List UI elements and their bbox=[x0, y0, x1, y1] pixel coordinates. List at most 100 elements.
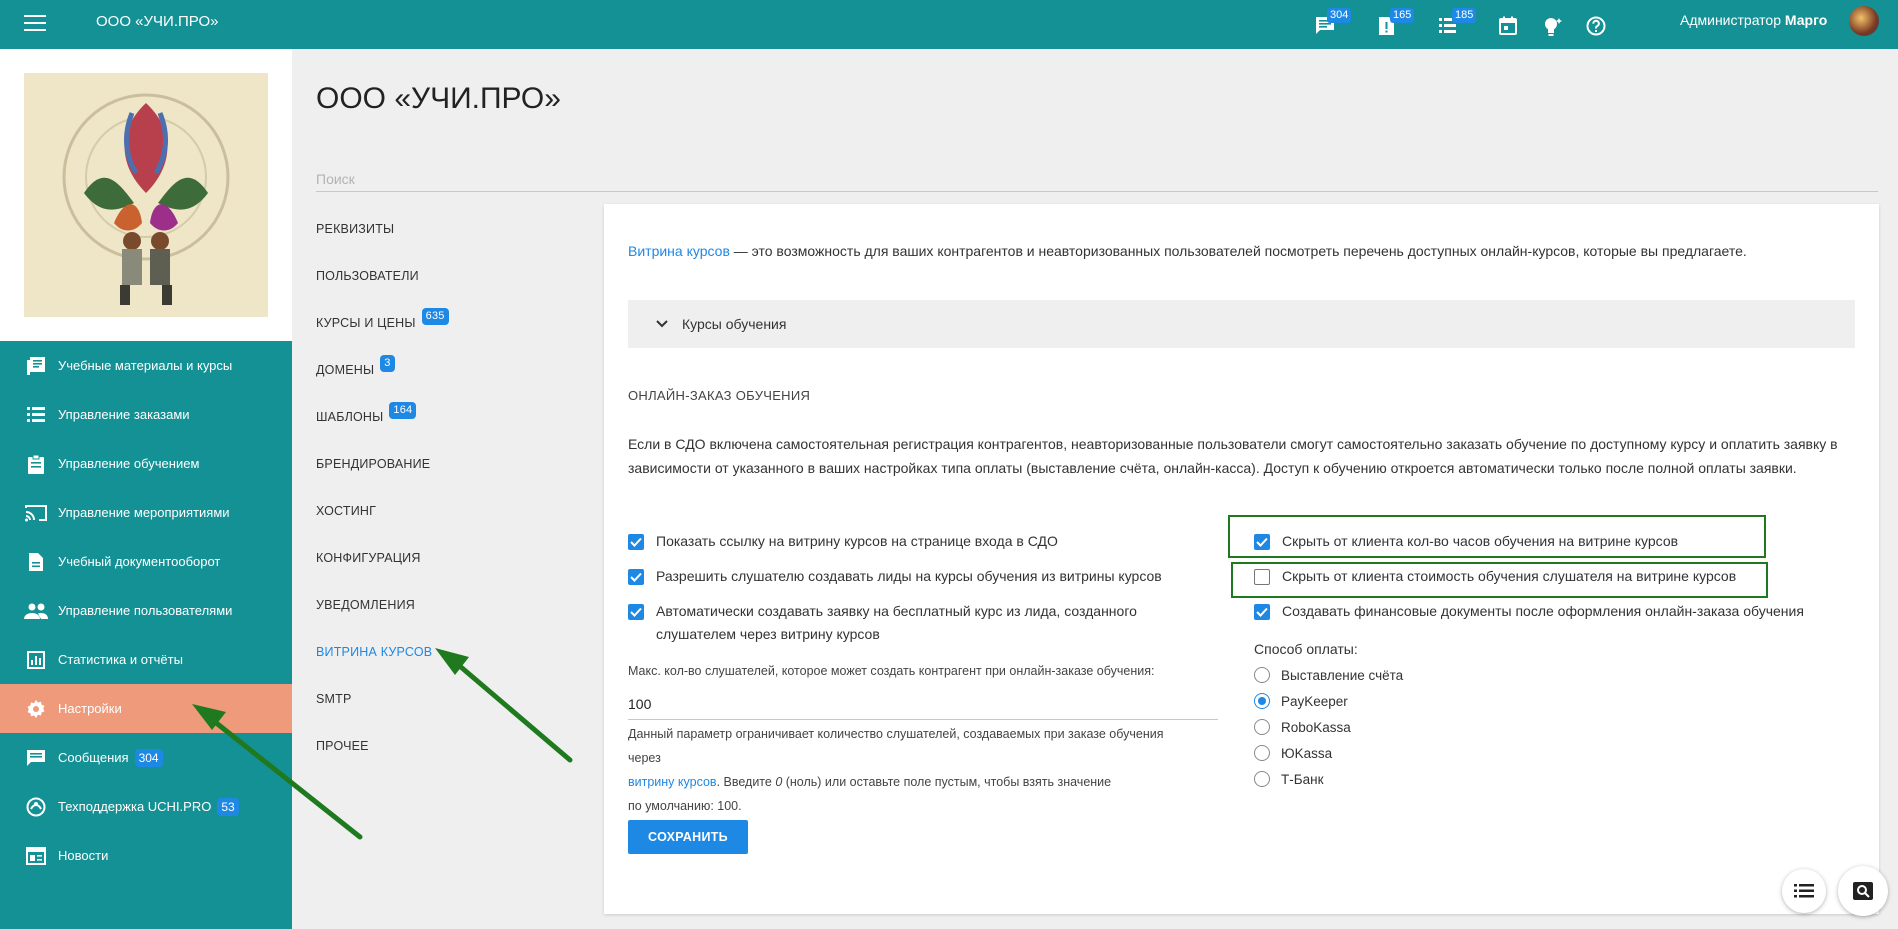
page-title: ООО «УЧИ.ПРО» bbox=[316, 82, 561, 115]
tab-other[interactable]: ПРОЧЕЕ bbox=[316, 722, 576, 769]
cast-icon bbox=[24, 501, 48, 525]
help-button[interactable] bbox=[1582, 8, 1614, 42]
courses-accordion[interactable]: Курсы обучения bbox=[628, 300, 1855, 348]
max-listeners-input[interactable] bbox=[628, 688, 1218, 720]
create-financial-docs-checkbox[interactable]: Создавать финансовые документы после офо… bbox=[1254, 600, 1864, 623]
sidebar-item-orders[interactable]: Управление заказами bbox=[0, 390, 292, 439]
sidebar-item-documents[interactable]: Учебный документооборот bbox=[0, 537, 292, 586]
auto-create-order-checkbox[interactable]: Автоматически создавать заявку на беспла… bbox=[628, 600, 1188, 646]
showcase-hint-link[interactable]: витрину курсов bbox=[628, 775, 717, 789]
sidebar-item-label: Управление мероприятиями bbox=[58, 505, 230, 520]
sidebar-item-learning[interactable]: Управление обучением bbox=[0, 439, 292, 488]
top-bar: ООО «УЧИ.ПРО» 304 165 185 Администратор … bbox=[0, 0, 1898, 49]
allow-leads-checkbox[interactable]: Разрешить слушателю создавать лиды на ку… bbox=[628, 565, 1228, 588]
count-badge: 164 bbox=[389, 402, 417, 419]
showcase-settings-card: Витрина курсов — это возможность для ваш… bbox=[604, 204, 1879, 914]
tab-branding[interactable]: БРЕНДИРОВАНИЕ bbox=[316, 440, 576, 487]
save-button[interactable]: СОХРАНИТЬ bbox=[628, 820, 748, 854]
tab-label: ПРОЧЕЕ bbox=[316, 738, 369, 753]
checkbox-checked-icon bbox=[628, 604, 644, 620]
menu-icon[interactable] bbox=[24, 15, 46, 33]
sidebar-item-courses[interactable]: Учебные материалы и курсы bbox=[0, 341, 292, 390]
user-menu[interactable]: Администратор Марго bbox=[1680, 12, 1827, 28]
max-listeners-label: Макс. кол-во слушателей, которое может с… bbox=[628, 664, 1155, 678]
search-input[interactable] bbox=[316, 166, 1878, 192]
sidebar-item-support[interactable]: Техподдержка UCHI.PRO 53 bbox=[0, 782, 292, 831]
radio-label: Т-Банк bbox=[1281, 771, 1324, 787]
tab-users[interactable]: ПОЛЬЗОВАТЕЛИ bbox=[316, 252, 576, 299]
sidebar-item-label: Управление обучением bbox=[58, 456, 200, 471]
show-showcase-link-checkbox[interactable]: Показать ссылку на витрину курсов на стр… bbox=[628, 530, 1228, 553]
tab-smtp[interactable]: SMTP bbox=[316, 675, 576, 722]
tab-label: РЕКВИЗИТЫ bbox=[316, 221, 395, 236]
highlight-box bbox=[1231, 562, 1768, 598]
tab-label: КОНФИГУРАЦИЯ bbox=[316, 550, 421, 565]
message-icon bbox=[24, 746, 48, 770]
document-icon bbox=[24, 550, 48, 574]
lightbulb-icon bbox=[1545, 18, 1562, 36]
tab-hosting[interactable]: ХОСТИНГ bbox=[316, 487, 576, 534]
tab-templates[interactable]: ШАБЛОНЫ 164 bbox=[316, 393, 576, 440]
radio-icon bbox=[1254, 745, 1270, 761]
payment-option-invoice[interactable]: Выставление счёта bbox=[1254, 667, 1403, 683]
radio-selected-icon bbox=[1254, 693, 1270, 709]
radio-icon bbox=[1254, 667, 1270, 683]
sidebar-item-news[interactable]: Новости bbox=[0, 831, 292, 880]
sidebar-item-events[interactable]: Управление мероприятиями bbox=[0, 488, 292, 537]
radio-icon bbox=[1254, 771, 1270, 787]
tips-button[interactable] bbox=[1538, 8, 1570, 42]
search-fab-button[interactable] bbox=[1838, 866, 1888, 916]
sidebar-item-label: Настройки bbox=[58, 701, 122, 716]
orders-button[interactable]: 185 bbox=[1434, 8, 1477, 42]
chevron-down-icon bbox=[656, 320, 668, 328]
sidebar-item-label: Управление пользователями bbox=[58, 603, 233, 618]
count-badge: 3 bbox=[380, 355, 395, 372]
sidebar-item-label: Статистика и отчёты bbox=[58, 652, 183, 667]
tab-domains[interactable]: ДОМЕНЫ 3 bbox=[316, 346, 576, 393]
checkbox-checked-icon bbox=[1254, 604, 1270, 620]
avatar[interactable] bbox=[1849, 6, 1879, 36]
calendar-icon bbox=[1499, 16, 1517, 35]
brand-name[interactable]: ООО «УЧИ.ПРО» bbox=[96, 13, 218, 30]
sidebar-item-label: Новости bbox=[58, 848, 109, 863]
payment-option-yookassa[interactable]: ЮKassa bbox=[1254, 745, 1332, 761]
sidebar-item-label: Управление заказами bbox=[58, 407, 190, 422]
payment-option-tbank[interactable]: Т-Банк bbox=[1254, 771, 1323, 787]
sidebar-item-label: Учебные материалы и курсы bbox=[58, 358, 233, 373]
tab-configuration[interactable]: КОНФИГУРАЦИЯ bbox=[316, 534, 576, 581]
sidebar-item-statistics[interactable]: Статистика и отчёты bbox=[0, 635, 292, 684]
documents-button[interactable]: 165 bbox=[1374, 8, 1415, 42]
showcase-link[interactable]: Витрина курсов bbox=[628, 243, 730, 259]
payment-option-paykeeper[interactable]: PayKeeper bbox=[1254, 693, 1348, 709]
checkbox-label: Показать ссылку на витрину курсов на стр… bbox=[656, 533, 1058, 549]
payment-option-robokassa[interactable]: RoboKassa bbox=[1254, 719, 1351, 735]
tab-requisites[interactable]: РЕКВИЗИТЫ bbox=[316, 205, 576, 252]
orders-badge: 185 bbox=[1452, 8, 1477, 23]
section-heading: ОНЛАЙН-ЗАКАЗ ОБУЧЕНИЯ bbox=[628, 388, 811, 403]
sidebar-item-settings[interactable]: Настройки bbox=[0, 684, 292, 733]
highlight-box bbox=[1228, 515, 1766, 558]
clipboard-icon bbox=[24, 452, 48, 476]
book-icon bbox=[24, 354, 48, 378]
list-view-button[interactable] bbox=[1782, 869, 1826, 913]
news-icon bbox=[24, 844, 48, 868]
tab-courses-prices[interactable]: КУРСЫ И ЦЕНЫ 635 bbox=[316, 299, 576, 346]
payment-method-label: Способ оплаты: bbox=[1254, 641, 1358, 657]
user-role: Администратор bbox=[1680, 12, 1782, 28]
organization-logo-image bbox=[24, 73, 268, 317]
messages-button[interactable]: 304 bbox=[1310, 8, 1352, 42]
tab-label: ХОСТИНГ bbox=[316, 503, 377, 518]
tab-course-showcase[interactable]: ВИТРИНА КУРСОВ bbox=[316, 628, 576, 675]
user-name: Марго bbox=[1784, 12, 1828, 28]
sidebar-item-messages[interactable]: Сообщения 304 bbox=[0, 733, 292, 782]
sidebar-nav: Учебные материалы и курсы Управление зак… bbox=[0, 341, 292, 880]
tab-label: КУРСЫ И ЦЕНЫ bbox=[316, 315, 416, 330]
sidebar-item-users[interactable]: Управление пользователями bbox=[0, 586, 292, 635]
checkbox-checked-icon bbox=[628, 534, 644, 550]
tab-notifications[interactable]: УВЕДОМЛЕНИЯ bbox=[316, 581, 576, 628]
tab-label: ДОМЕНЫ bbox=[316, 362, 375, 377]
radio-label: ЮKassa bbox=[1281, 745, 1333, 761]
calendar-button[interactable] bbox=[1494, 8, 1526, 42]
count-badge: 635 bbox=[421, 308, 449, 325]
documents-badge: 165 bbox=[1390, 8, 1415, 23]
